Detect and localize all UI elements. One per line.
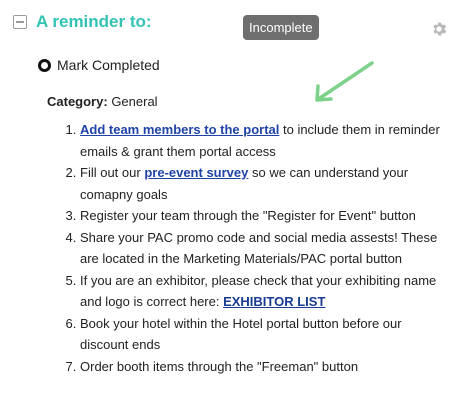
list-item: Order booth items through the "Freeman" … xyxy=(80,356,450,378)
step-text: Order booth items through the "Freeman" … xyxy=(80,358,359,374)
list-item: Book your hotel within the Hotel portal … xyxy=(80,313,450,356)
exhibitor-list-link[interactable]: EXHIBITOR LIST xyxy=(223,294,325,309)
category-line: Category: General xyxy=(47,94,158,109)
steps-list: Add team members to the portal to includ… xyxy=(60,119,450,377)
add-team-members-link[interactable]: Add team members to the portal xyxy=(80,122,279,137)
reminder-title: A reminder to: xyxy=(36,12,152,31)
category-value: General xyxy=(111,94,158,109)
pre-event-survey-link[interactable]: pre-event survey xyxy=(144,165,248,180)
list-item: If you are an exhibitor, please check th… xyxy=(80,270,450,313)
mark-completed-toggle[interactable]: Mark Completed xyxy=(38,57,160,73)
step-text: Share your PAC promo code and social med… xyxy=(80,229,438,267)
status-badge: Incomplete xyxy=(243,15,319,40)
radio-circle-icon[interactable] xyxy=(38,58,51,72)
list-item: Share your PAC promo code and social med… xyxy=(80,227,450,270)
category-key: Category: xyxy=(47,94,108,109)
annotation-arrow-icon xyxy=(315,61,374,102)
step-text: Fill out our xyxy=(80,165,145,180)
list-item: Add team members to the portal to includ… xyxy=(80,119,450,162)
step-text: Register your team through the "Register… xyxy=(80,208,416,223)
collapse-icon[interactable] xyxy=(13,15,27,29)
mark-completed-label: Mark Completed xyxy=(57,57,160,73)
list-item: Fill out our pre-event survey so we can … xyxy=(80,162,450,205)
gear-icon[interactable] xyxy=(430,20,448,38)
step-text: Book your hotel within the Hotel portal … xyxy=(80,315,402,353)
list-item: Register your team through the "Register… xyxy=(80,205,450,227)
